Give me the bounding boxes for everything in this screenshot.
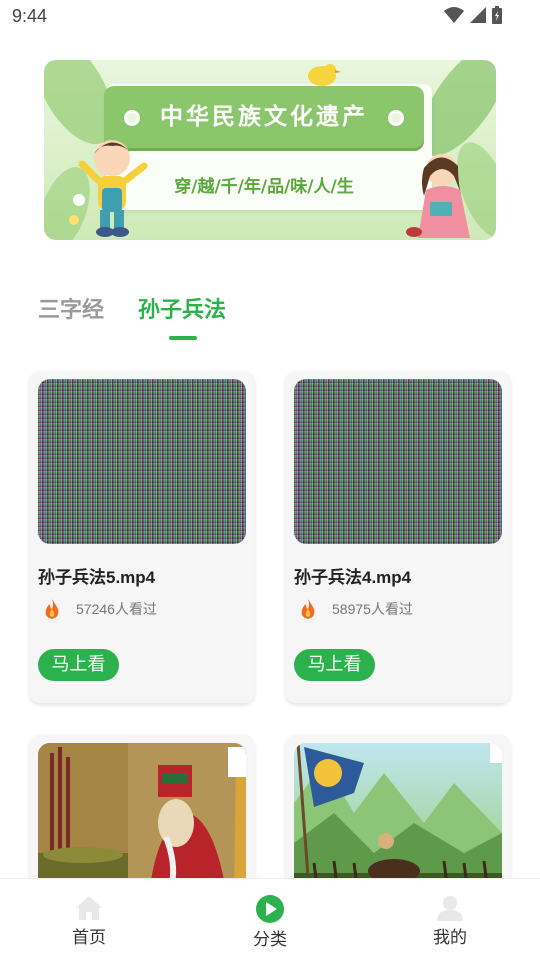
user-icon bbox=[437, 896, 463, 921]
video-thumbnail[interactable] bbox=[38, 379, 246, 544]
play-icon bbox=[256, 895, 284, 923]
banner-subtitle: 穿/越/千/年/品/味/人/生 bbox=[174, 177, 354, 197]
views-row: 58975人看过 bbox=[300, 599, 413, 619]
views-row: 57246人看过 bbox=[44, 599, 157, 619]
home-icon bbox=[76, 896, 102, 920]
video-thumbnail[interactable] bbox=[294, 743, 502, 895]
status-time: 9:44 bbox=[12, 6, 48, 26]
signal-icon bbox=[470, 7, 486, 23]
nav-label-profile: 我的 bbox=[433, 928, 467, 948]
video-card[interactable] bbox=[30, 735, 254, 895]
banner-title: 中华民族文化遗产 bbox=[160, 104, 368, 130]
video-thumbnail[interactable] bbox=[294, 379, 502, 544]
nav-item-home[interactable]: 首页 bbox=[44, 889, 134, 948]
emperor-illustration bbox=[38, 743, 246, 895]
status-icons bbox=[444, 6, 502, 24]
video-card[interactable]: 孙子兵法5.mp4 57246人看过 马上看 bbox=[30, 371, 254, 703]
boy-illustration bbox=[78, 140, 148, 237]
watch-now-button[interactable]: 马上看 bbox=[38, 649, 119, 681]
bottom-nav: 首页 分类 我的 bbox=[0, 878, 540, 960]
watch-now-button[interactable]: 马上看 bbox=[294, 649, 375, 681]
fire-icon bbox=[301, 599, 315, 619]
bird-illustration bbox=[308, 64, 341, 86]
video-title: 孙子兵法5.mp4 bbox=[38, 568, 156, 587]
tab-active-indicator bbox=[169, 336, 197, 340]
nav-label-home: 首页 bbox=[72, 928, 106, 948]
video-title: 孙子兵法4.mp4 bbox=[294, 568, 412, 587]
nav-item-category[interactable]: 分类 bbox=[225, 889, 315, 950]
banner[interactable]: 中华民族文化遗产 穿/越/千/年/品/味/人/生 bbox=[44, 60, 496, 240]
video-thumbnail[interactable] bbox=[38, 743, 246, 895]
nav-item-profile[interactable]: 我的 bbox=[405, 889, 495, 948]
fire-icon bbox=[45, 599, 59, 619]
views-count: 57246人看过 bbox=[76, 601, 157, 617]
tab-sanzijing[interactable]: 三字经 bbox=[38, 292, 104, 324]
video-card[interactable]: 孙子兵法4.mp4 58975人看过 马上看 bbox=[286, 371, 510, 703]
battery-icon bbox=[492, 6, 502, 24]
army-illustration bbox=[294, 743, 502, 895]
wifi-icon bbox=[444, 7, 464, 23]
girl-illustration bbox=[406, 154, 470, 238]
nav-label-category: 分类 bbox=[253, 930, 287, 950]
video-card[interactable] bbox=[286, 735, 510, 895]
status-bar: 9:44 bbox=[0, 0, 540, 34]
tab-sunzibingfa[interactable]: 孙子兵法 bbox=[138, 292, 226, 324]
views-count: 58975人看过 bbox=[332, 601, 413, 617]
